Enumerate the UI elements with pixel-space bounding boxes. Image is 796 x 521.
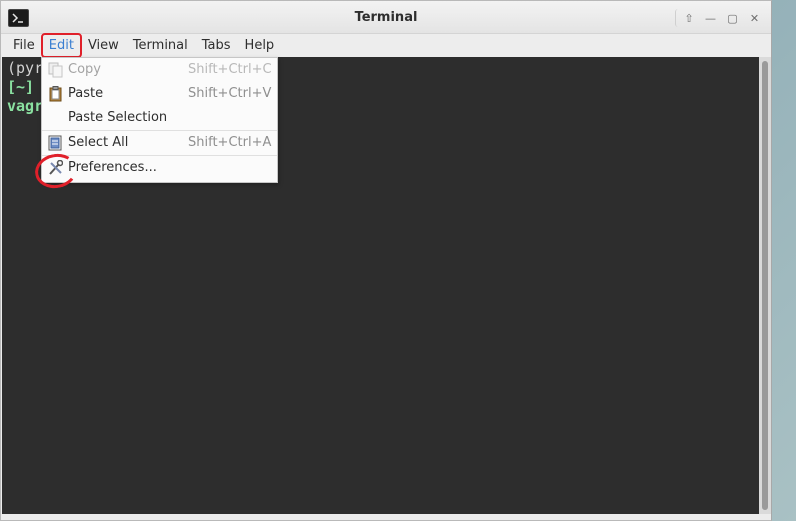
menu-item-preferences[interactable]: Preferences...	[42, 156, 277, 180]
vertical-scrollbar[interactable]	[759, 57, 771, 514]
menu-item-paste[interactable]: Paste Shift+Ctrl+V	[42, 82, 277, 106]
menu-item-select-all[interactable]: Select All Shift+Ctrl+A	[42, 131, 277, 155]
menu-edit[interactable]: Edit	[40, 33, 82, 58]
select-all-icon	[48, 135, 63, 151]
menu-bar: File Edit View Terminal Tabs Help	[1, 33, 771, 58]
menu-item-label: Paste	[68, 86, 104, 101]
menu-item-copy[interactable]: Copy Shift+Ctrl+C	[42, 58, 277, 82]
menu-item-label: Select All	[68, 135, 129, 150]
copy-icon	[48, 62, 63, 78]
menu-view[interactable]: View	[81, 34, 126, 57]
edit-menu-dropdown: Copy Shift+Ctrl+C Paste Shift+Ctrl+V Pas…	[41, 57, 278, 183]
menu-item-shortcut: Shift+Ctrl+V	[188, 86, 272, 101]
title-bar[interactable]: Terminal ⇧ — ▢ ✕	[1, 1, 771, 34]
window-title: Terminal	[354, 10, 418, 25]
minimize-icon[interactable]: —	[701, 9, 720, 27]
menu-help[interactable]: Help	[238, 34, 282, 57]
menu-item-label: Copy	[68, 62, 101, 77]
up-arrow-icon[interactable]: ⇧	[675, 9, 698, 27]
menu-item-shortcut: Shift+Ctrl+C	[188, 62, 272, 77]
close-icon[interactable]: ✕	[745, 9, 764, 27]
paste-icon	[48, 86, 63, 102]
maximize-icon[interactable]: ▢	[723, 9, 742, 27]
menu-item-shortcut: Shift+Ctrl+A	[188, 135, 272, 150]
scrollbar-thumb[interactable]	[762, 61, 768, 510]
menu-file[interactable]: File	[1, 34, 42, 57]
menu-item-paste-selection[interactable]: Paste Selection	[42, 106, 277, 130]
menu-tabs[interactable]: Tabs	[195, 34, 238, 57]
menu-terminal[interactable]: Terminal	[126, 34, 195, 57]
menu-item-label: Preferences...	[68, 160, 157, 175]
menu-item-label: Paste Selection	[68, 110, 168, 125]
